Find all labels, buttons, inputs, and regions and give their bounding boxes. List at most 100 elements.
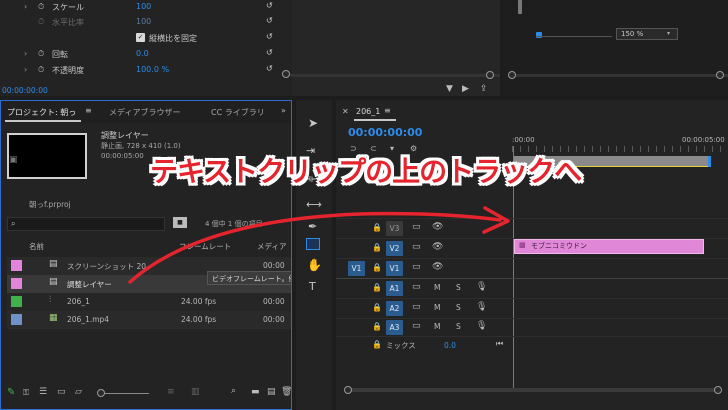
col-framerate[interactable]: フレームレート	[179, 241, 231, 252]
pen-tool-icon[interactable]: ✒	[308, 220, 317, 233]
track-target-v1[interactable]: V1	[386, 261, 403, 276]
go-to-end-icon[interactable]: ⏮	[496, 339, 503, 349]
lock-icon[interactable]: 🔒	[372, 340, 382, 349]
zoom-slider[interactable]	[99, 393, 149, 394]
label-color-swatch[interactable]	[11, 296, 22, 307]
slip-tool-icon[interactable]: ⟷	[306, 198, 322, 211]
lock-icon[interactable]: 🔒	[372, 322, 382, 331]
hamburger-menu-icon[interactable]: ≡	[85, 106, 92, 115]
scroll-handle[interactable]	[282, 70, 290, 78]
close-icon[interactable]: ✕	[342, 107, 349, 116]
lock-icon[interactable]: 🔒	[372, 283, 382, 292]
lock-icon[interactable]: 🔒	[372, 263, 382, 272]
scroll-handle[interactable]	[486, 71, 494, 79]
sequence-tab[interactable]: 206_1	[356, 107, 380, 116]
list-view-icon[interactable]: ☰	[39, 387, 47, 397]
col-media[interactable]: メディア	[257, 241, 286, 252]
sync-lock-icon[interactable]: ▭	[412, 222, 421, 232]
sync-lock-icon[interactable]: ▭	[412, 282, 421, 292]
scroll-handle[interactable]	[508, 71, 516, 79]
trash-icon[interactable]: 🗑	[281, 387, 291, 397]
microphone-icon[interactable]: 🎙	[476, 282, 487, 292]
solo-button[interactable]: S	[456, 322, 461, 331]
freeform-view-icon[interactable]: ▱	[75, 387, 82, 397]
microphone-icon[interactable]: 🎙	[476, 321, 487, 331]
label-color-swatch[interactable]	[11, 314, 22, 325]
mute-button[interactable]: M	[434, 283, 440, 292]
new-bin-icon[interactable]: ▬	[251, 387, 260, 397]
reset-icon[interactable]: ↺	[266, 1, 273, 10]
lock-icon[interactable]: ⚿	[23, 388, 29, 398]
stopwatch-icon[interactable]: ⏱	[38, 65, 44, 75]
sync-lock-icon[interactable]: ▭	[412, 262, 421, 272]
more-tabs-icon[interactable]: »	[281, 106, 286, 115]
rotation-value[interactable]: 0.0	[136, 49, 149, 58]
expand-chevron-icon[interactable]: ›	[24, 65, 27, 74]
track-target-v3[interactable]: V3	[386, 221, 403, 236]
source-patch-v1[interactable]: V1	[348, 261, 365, 276]
camera-icon[interactable]: ▣	[9, 155, 18, 165]
solo-button[interactable]: S	[456, 283, 461, 292]
stopwatch-icon[interactable]: ⏱	[38, 49, 44, 59]
find-icon[interactable]: ⌕	[231, 386, 236, 396]
reset-icon[interactable]: ↺	[266, 32, 273, 41]
scale-value[interactable]: 100	[136, 2, 151, 11]
effect-mini-scrollbar[interactable]	[292, 74, 500, 77]
table-row[interactable]: ▦ 206_1.mp4 24.00 fps 00:00	[7, 311, 291, 329]
icon-view-icon[interactable]: ▭	[57, 387, 66, 397]
new-item-icon[interactable]: ▤	[267, 387, 276, 397]
mute-button[interactable]: M	[434, 303, 440, 312]
track-target-a1[interactable]: A1	[386, 281, 403, 296]
reset-icon[interactable]: ↺	[266, 64, 273, 73]
export-icon[interactable]: ⇪	[480, 84, 488, 94]
solo-button[interactable]: S	[456, 303, 461, 312]
label-color-swatch[interactable]	[11, 260, 22, 271]
eye-icon[interactable]: 👁	[432, 222, 443, 232]
track-target-v2[interactable]: V2	[386, 241, 403, 256]
adjustment-layer-clip[interactable]: ▩ モブニコミウドン	[514, 239, 704, 254]
lock-icon[interactable]: 🔒	[372, 243, 382, 252]
mix-value[interactable]: 0.0	[444, 341, 456, 350]
timeline-scrollbar[interactable]	[346, 388, 720, 392]
effect-timecode[interactable]: 00:00:00:00	[2, 86, 48, 95]
type-tool-icon[interactable]: T	[309, 280, 316, 293]
reset-icon[interactable]: ↺	[266, 16, 273, 25]
scroll-handle[interactable]	[344, 386, 352, 394]
expand-chevron-icon[interactable]: ›	[24, 2, 27, 11]
eye-icon[interactable]: 👁	[432, 242, 443, 252]
scroll-handle[interactable]	[716, 71, 724, 79]
lock-icon[interactable]: 🔒	[372, 303, 382, 312]
col-name[interactable]: 名前	[29, 241, 44, 252]
pencil-icon[interactable]: ✎	[7, 387, 15, 398]
search-input[interactable]: ⌕	[7, 217, 165, 231]
reset-icon[interactable]: ↺	[266, 48, 273, 57]
table-row[interactable]: ⫶ 206_1 24.00 fps 00:00	[7, 293, 291, 311]
automate-icon[interactable]: ▥	[191, 387, 200, 397]
scroll-handle[interactable]	[714, 386, 722, 394]
uniform-scale-checkbox[interactable]: ✓	[136, 33, 145, 42]
tab-media-browser[interactable]: メディアブラウザー	[109, 107, 180, 118]
expand-chevron-icon[interactable]: ›	[24, 49, 27, 58]
rectangle-tool-icon[interactable]	[306, 238, 320, 250]
sync-lock-icon[interactable]: ▭	[412, 242, 421, 252]
lock-icon[interactable]: 🔒	[372, 223, 382, 232]
hand-tool-icon[interactable]: ✋	[307, 258, 322, 272]
track-target-a2[interactable]: A2	[386, 301, 403, 316]
stopwatch-icon[interactable]: ⏱	[38, 2, 44, 12]
monitor-scroll-indicator[interactable]	[518, 0, 522, 14]
monitor-scrollbar[interactable]	[508, 74, 728, 77]
microphone-icon[interactable]: 🎙	[476, 302, 487, 312]
opacity-value[interactable]: 100.0 %	[136, 65, 169, 74]
sync-lock-icon[interactable]: ▭	[412, 321, 421, 331]
selection-tool-icon[interactable]: ➤	[308, 116, 318, 130]
eye-icon[interactable]: 👁	[432, 262, 443, 272]
playhead-marker[interactable]	[536, 32, 542, 38]
timeline-timecode[interactable]: 00:00:00:00	[348, 126, 422, 139]
work-area-end-handle[interactable]	[708, 156, 711, 167]
zoom-select[interactable]: 150 % ▾	[616, 28, 678, 40]
tab-cc-libraries[interactable]: CC ライブラリ	[211, 107, 265, 118]
hamburger-menu-icon[interactable]: ≡	[384, 106, 391, 115]
track-target-a3[interactable]: A3	[386, 320, 403, 335]
label-color-swatch[interactable]	[11, 278, 22, 289]
zoom-slider-handle[interactable]	[97, 389, 105, 397]
